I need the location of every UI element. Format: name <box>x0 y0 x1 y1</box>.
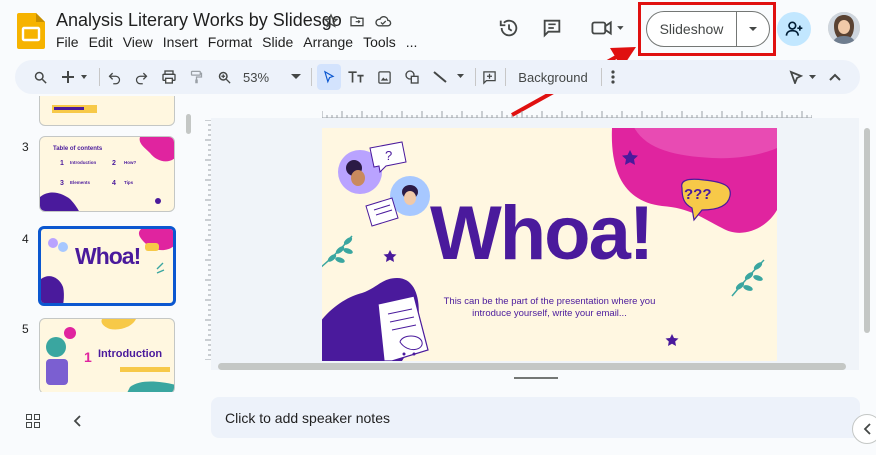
slide-number: 4 <box>22 232 29 246</box>
zoom-dropdown-icon[interactable] <box>290 67 302 87</box>
side-panel-toggle-icon[interactable] <box>852 414 876 444</box>
comments-icon[interactable] <box>538 14 566 42</box>
paint-format-icon[interactable] <box>187 67 205 87</box>
highlight-box <box>638 2 776 56</box>
menu-file[interactable]: File <box>56 34 85 50</box>
document-title[interactable]: Analysis Literary Works by Slidesgo <box>56 10 342 31</box>
thumb-num: 1 <box>60 160 64 167</box>
share-button[interactable] <box>777 12 811 46</box>
new-slide-icon[interactable] <box>60 67 90 87</box>
menu-insert[interactable]: Insert <box>163 34 204 50</box>
menu-bar: File Edit View Insert Format Slide Arran… <box>56 34 427 50</box>
menu-arrange[interactable]: Arrange <box>303 34 359 50</box>
notes-resize-handle[interactable] <box>514 377 558 379</box>
slide-thumbnail-4[interactable]: Whoa! <box>38 226 176 306</box>
insert-image-icon[interactable] <box>375 67 393 87</box>
menu-more[interactable]: ... <box>406 34 424 50</box>
slide-thumbnail-3[interactable]: Table of contents 1 Introduction 2 How? … <box>39 136 175 212</box>
thumb-title: Table of contents <box>53 146 103 152</box>
menu-edit[interactable]: Edit <box>89 34 119 50</box>
thumb-item: Elements <box>70 180 91 185</box>
filmstrip-scrollbar[interactable] <box>186 114 191 134</box>
slide-thumbnail-5[interactable]: 1 Introduction <box>39 318 175 392</box>
slide-heading[interactable]: Whoa! <box>430 196 654 272</box>
current-slide[interactable]: ? ??? Whoa! This can be the part of the … <box>322 128 777 361</box>
meet-video-icon[interactable] <box>588 14 628 42</box>
toolbar: 53% Background <box>15 60 860 94</box>
search-menus-icon[interactable] <box>31 67 49 87</box>
grid-view-icon[interactable] <box>24 412 42 430</box>
thumb-num: 1 <box>84 349 92 365</box>
menu-slide[interactable]: Slide <box>262 34 299 50</box>
shape-icon[interactable] <box>403 67 421 87</box>
thumb-item: Introduction <box>70 160 97 165</box>
slide-number: 3 <box>22 140 29 154</box>
slide-body-line-1[interactable]: This can be the part of the presentation… <box>422 296 677 307</box>
thumb-num: 3 <box>60 180 64 187</box>
horizontal-scrollbar[interactable] <box>218 363 846 370</box>
redo-icon[interactable] <box>132 67 150 87</box>
collapse-filmstrip-icon[interactable] <box>68 412 86 430</box>
editing-mode-icon[interactable] <box>788 67 820 87</box>
svg-text:?: ? <box>385 148 392 163</box>
collapse-toolbar-icon[interactable] <box>827 67 843 87</box>
menu-tools[interactable]: Tools <box>363 34 402 50</box>
zoom-level[interactable]: 53% <box>242 67 270 87</box>
cloud-status-icon[interactable] <box>374 12 392 30</box>
thumb-num: 2 <box>112 160 116 167</box>
text-box-icon[interactable] <box>347 67 365 87</box>
horizontal-ruler <box>322 111 812 118</box>
thumb-item: Tips <box>124 180 134 185</box>
slide-thumbnail-2[interactable] <box>39 96 175 126</box>
slides-logo-icon[interactable] <box>17 13 45 49</box>
zoom-icon[interactable] <box>215 67 233 87</box>
vertical-ruler <box>205 120 211 360</box>
version-history-icon[interactable] <box>495 14 523 42</box>
thumb-num: 4 <box>112 180 116 187</box>
print-icon[interactable] <box>160 67 178 87</box>
avatar[interactable] <box>828 12 860 44</box>
slide-body-line-2[interactable]: introduce yourself, write your email... <box>422 308 677 319</box>
add-person-icon <box>785 21 803 36</box>
thumb-title: Whoa! <box>75 243 141 269</box>
question-bubble-text: ??? <box>684 186 712 203</box>
speaker-notes-placeholder: Click to add speaker notes <box>225 409 390 426</box>
insert-comment-icon[interactable] <box>480 67 498 87</box>
thumb-item: How? <box>124 160 137 165</box>
star-icon[interactable] <box>322 12 340 30</box>
menu-view[interactable]: View <box>123 34 159 50</box>
title-bar: Analysis Literary Works by Slidesgo File… <box>0 0 876 58</box>
background-button[interactable]: Background <box>516 67 590 87</box>
undo-icon[interactable] <box>105 67 123 87</box>
slide-number: 5 <box>22 322 29 336</box>
speaker-notes[interactable]: Click to add speaker notes <box>211 397 860 438</box>
line-tool-icon[interactable] <box>429 67 469 87</box>
vertical-scrollbar[interactable] <box>864 128 870 333</box>
select-tool-icon[interactable] <box>317 64 341 90</box>
menu-format[interactable]: Format <box>208 34 258 50</box>
move-folder-icon[interactable] <box>348 12 366 30</box>
more-options-icon[interactable] <box>607 67 619 87</box>
slide-filmstrip: 3 Table of contents 1 Introduction 2 How… <box>0 96 195 392</box>
thumb-title: Introduction <box>98 348 163 360</box>
